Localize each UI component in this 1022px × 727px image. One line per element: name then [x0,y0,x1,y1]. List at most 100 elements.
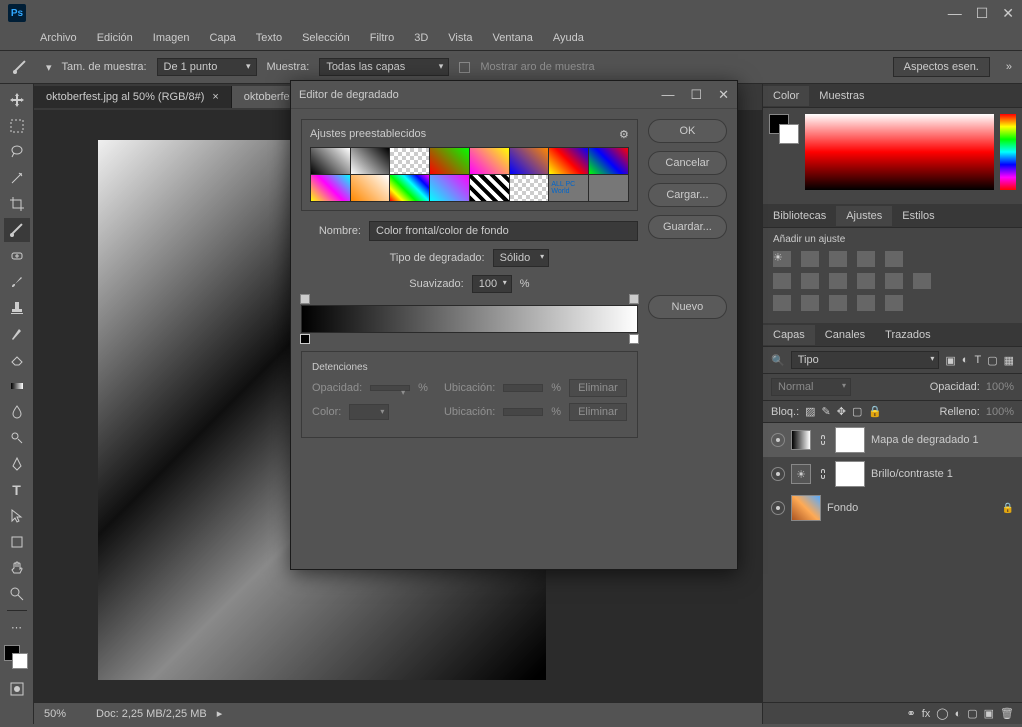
vibrance-icon[interactable] [885,251,903,267]
maximize-button[interactable]: ☐ [976,5,989,22]
tab-close-icon[interactable]: × [212,91,218,103]
opacity-value[interactable]: 100% [986,381,1014,393]
eyedropper-tool[interactable] [4,218,30,242]
swatches-tab[interactable]: Muestras [809,86,874,106]
color-stop[interactable] [629,334,639,344]
lookup-icon[interactable] [913,273,931,289]
color-ramp[interactable] [805,114,994,190]
posterize-icon[interactable] [801,295,819,311]
load-button[interactable]: Cargar... [648,183,727,207]
menu-vista[interactable]: Vista [448,32,472,44]
layer-thumb[interactable] [791,430,811,450]
preset-swatch[interactable] [430,148,469,174]
move-tool[interactable] [4,88,30,112]
group-icon[interactable]: ▢ [967,707,977,720]
menu-ventana[interactable]: Ventana [493,32,533,44]
layers-tab[interactable]: Capas [763,325,815,345]
styles-tab[interactable]: Estilos [892,206,944,226]
mixer-icon[interactable] [885,273,903,289]
quickmask-tool[interactable] [4,677,30,701]
muestra-dropdown[interactable]: Todas las capas [319,58,449,76]
show-ring-checkbox[interactable] [459,62,470,73]
mask-thumb[interactable] [835,461,865,487]
preset-swatch[interactable] [390,148,429,174]
menu-filtro[interactable]: Filtro [370,32,394,44]
link-layers-icon[interactable]: ⚭ [906,707,915,720]
menu-ayuda[interactable]: Ayuda [553,32,584,44]
layer-thumb[interactable]: ☀ [791,464,811,484]
cancel-button[interactable]: Cancelar [648,151,727,175]
gear-icon[interactable]: ⚙ [619,128,629,141]
filter-image-icon[interactable]: ▣ [945,354,955,367]
layer-thumb[interactable] [791,495,821,521]
preset-swatch[interactable] [470,148,509,174]
opacity-stop[interactable] [300,294,310,304]
crop-tool[interactable] [4,192,30,216]
menu-capa[interactable]: Capa [209,32,235,44]
gradient-name-input[interactable] [369,221,638,241]
channels-tab[interactable]: Canales [815,325,875,345]
trash-icon[interactable]: 🗑 [1000,707,1014,720]
wand-tool[interactable] [4,166,30,190]
type-tool[interactable]: T [4,478,30,502]
pen-tool[interactable] [4,452,30,476]
menu-seleccion[interactable]: Selección [302,32,350,44]
hue-icon[interactable] [773,273,791,289]
preset-swatch[interactable] [510,148,549,174]
lock-all-icon[interactable]: 🔒 [868,405,882,418]
stamp-tool[interactable] [4,296,30,320]
eraser-tool[interactable] [4,348,30,372]
save-button[interactable]: Guardar... [648,215,727,239]
fx-icon[interactable]: fx [922,708,931,720]
preset-swatch[interactable] [430,175,469,201]
bw-icon[interactable] [829,273,847,289]
new-layer-icon[interactable]: ▣ [984,707,994,720]
dialog-close[interactable]: ✕ [718,87,729,103]
minimize-button[interactable]: — [948,5,962,22]
adjustments-tab[interactable]: Ajustes [836,206,892,226]
dialog-maximize[interactable]: ☐ [690,87,702,103]
filter-smart-icon[interactable]: ▦ [1004,354,1014,367]
menu-imagen[interactable]: Imagen [153,32,190,44]
brightness-icon[interactable]: ☀ [773,251,791,267]
path-select-tool[interactable] [4,504,30,528]
levels-icon[interactable] [801,251,819,267]
opacity-stop[interactable] [629,294,639,304]
curves-icon[interactable] [829,251,847,267]
balance-icon[interactable] [801,273,819,289]
menu-edicion[interactable]: Edición [97,32,133,44]
gradient-tool[interactable] [4,374,30,398]
tab-doc-1[interactable]: oktoberfest.jpg al 50% (RGB/8#)× [34,86,232,108]
new-button[interactable]: Nuevo [648,295,727,319]
dialog-minimize[interactable]: — [661,87,674,103]
lock-pixels-icon[interactable]: ▨ [805,405,815,418]
dodge-tool[interactable] [4,426,30,450]
fill-value[interactable]: 100% [986,406,1014,418]
lock-paint-icon[interactable]: ✎ [822,405,831,418]
filter-adjust-icon[interactable]: ◐ [962,354,969,366]
menu-texto[interactable]: Texto [256,32,282,44]
preset-swatch[interactable] [351,148,390,174]
invert-icon[interactable] [773,295,791,311]
lasso-tool[interactable] [4,140,30,164]
layer-row[interactable]: Mapa de degradado 1 [763,423,1022,457]
preset-swatch[interactable] [589,148,628,174]
essentials-button[interactable]: Aspectos esen. [893,57,990,77]
preset-swatch[interactable] [351,175,390,201]
filter-type-dropdown[interactable]: Tipo [791,351,940,369]
preset-swatch[interactable] [549,148,588,174]
blur-tool[interactable] [4,400,30,424]
marquee-tool[interactable] [4,114,30,138]
color-stop[interactable] [300,334,310,344]
edit-toolbar[interactable]: ⋯ [4,615,30,639]
shape-tool[interactable] [4,530,30,554]
color-swatches[interactable] [4,645,30,675]
layer-row[interactable]: ☀ Brillo/contraste 1 [763,457,1022,491]
preset-swatch[interactable]: ALL PC World [549,175,588,201]
preset-swatch[interactable] [390,175,429,201]
hue-slider[interactable] [1000,114,1016,190]
lock-move-icon[interactable]: ✥ [837,405,846,418]
gradient-type-dropdown[interactable]: Sólido [493,249,550,267]
sample-size-dropdown[interactable]: De 1 punto [157,58,257,76]
smoothness-input[interactable]: 100 [472,275,512,293]
